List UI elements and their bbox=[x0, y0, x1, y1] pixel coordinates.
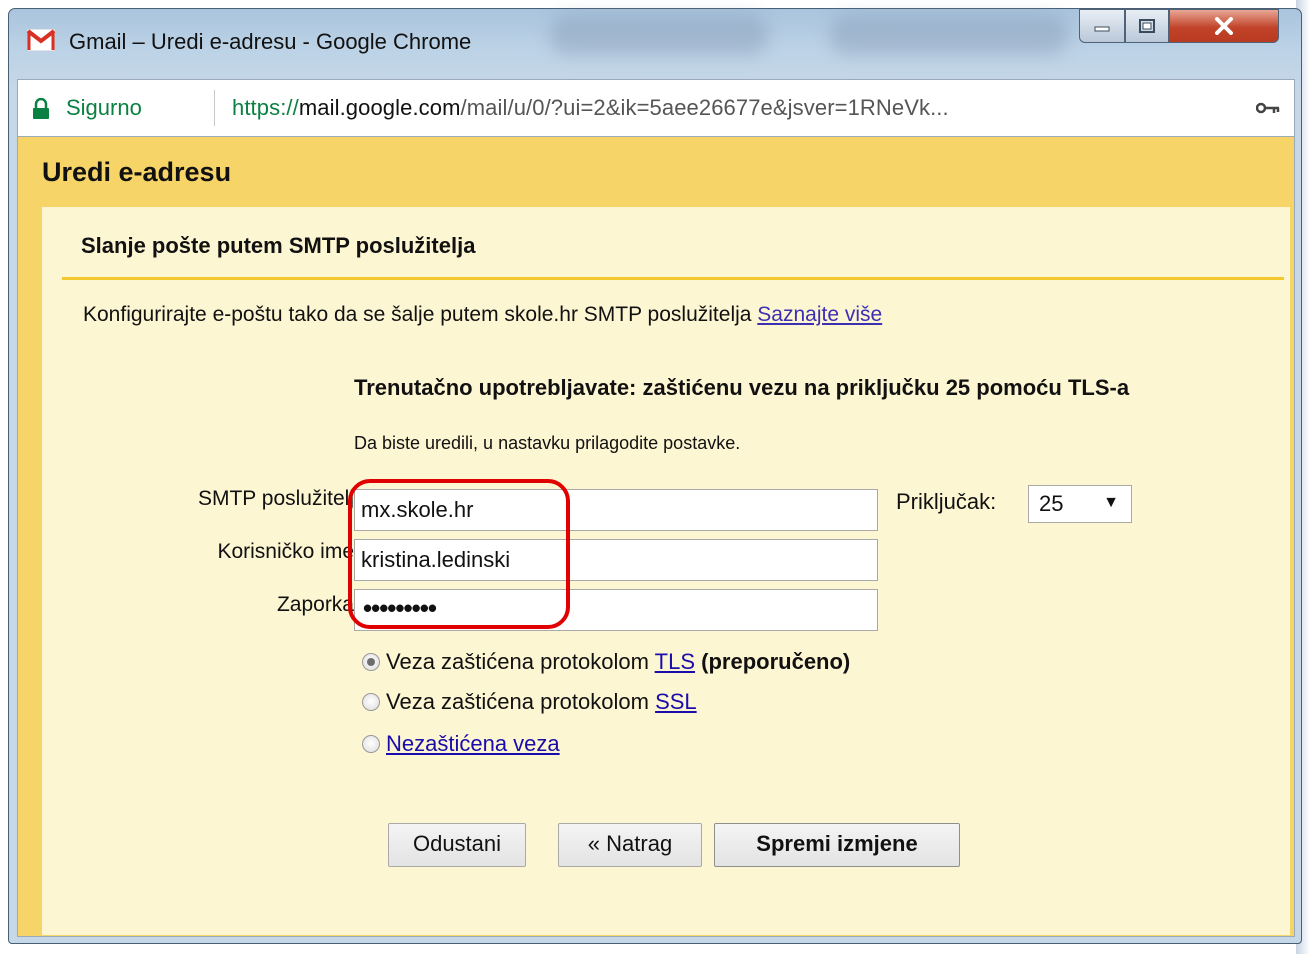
intro-text: Konfigurirajte e-poštu tako da se šalje … bbox=[83, 303, 882, 327]
radio-ssl[interactable] bbox=[362, 693, 380, 711]
option-ssl-text: Veza zaštićena protokolom bbox=[386, 689, 649, 714]
password-label: Zaporka bbox=[276, 593, 354, 616]
dialog-title: Uredi e-adresu bbox=[42, 157, 232, 187]
option-tls[interactable]: Veza zaštićena protokolom TLS (preporuče… bbox=[362, 649, 850, 675]
close-button[interactable] bbox=[1169, 9, 1279, 43]
key-icon[interactable] bbox=[1256, 102, 1280, 114]
radio-tls[interactable] bbox=[362, 653, 380, 671]
tls-link[interactable]: TLS bbox=[655, 649, 695, 674]
title-bar-glass bbox=[549, 15, 769, 55]
option-unsecured[interactable]: Nezaštićena veza bbox=[362, 731, 560, 757]
password-input[interactable]: ••••••••• bbox=[354, 589, 878, 631]
minimize-button[interactable] bbox=[1079, 9, 1125, 43]
back-button[interactable]: « Natrag bbox=[558, 823, 702, 867]
port-label: Priključak: bbox=[896, 489, 997, 514]
maximize-icon bbox=[1139, 19, 1155, 33]
close-icon bbox=[1215, 17, 1233, 35]
minimize-icon bbox=[1094, 26, 1110, 32]
title-bar-glass bbox=[829, 15, 1069, 55]
status-hint: Da biste uredili, u nastavku prilagodite… bbox=[354, 433, 741, 453]
url-host: mail.google.com bbox=[298, 95, 461, 120]
radio-unsecured[interactable] bbox=[362, 735, 380, 753]
address-bar[interactable]: Sigurno https://mail.google.com/mail/u/0… bbox=[17, 79, 1295, 137]
section-divider bbox=[62, 277, 1284, 280]
window-title: Gmail – Uredi e-adresu - Google Chrome bbox=[69, 29, 472, 54]
save-button[interactable]: Spremi izmjene bbox=[714, 823, 960, 867]
security-label: Sigurno bbox=[66, 95, 142, 120]
lock-icon bbox=[33, 98, 49, 119]
maximize-button[interactable] bbox=[1125, 9, 1169, 43]
url-scheme: https:// bbox=[232, 95, 299, 120]
url-text[interactable]: https://mail.google.com/mail/u/0/?ui=2&i… bbox=[232, 95, 949, 121]
ssl-link[interactable]: SSL bbox=[655, 689, 697, 714]
option-ssl[interactable]: Veza zaštićena protokolom SSL bbox=[362, 689, 697, 715]
password-mask: ••••••••• bbox=[363, 593, 437, 623]
intro-sentence: Konfigurirajte e-poštu tako da se šalje … bbox=[83, 303, 752, 326]
port-value: 25 bbox=[1039, 491, 1064, 516]
port-select[interactable]: 25 ▼ bbox=[1028, 485, 1132, 523]
unsecured-link[interactable]: Nezaštićena veza bbox=[386, 731, 560, 756]
address-separator bbox=[214, 90, 215, 126]
gmail-icon bbox=[27, 29, 55, 51]
chrome-window: Gmail – Uredi e-adresu - Google Chrome S… bbox=[8, 8, 1302, 944]
learn-more-link[interactable]: Saznajte više bbox=[757, 303, 882, 326]
option-tls-recommended: (preporučeno) bbox=[701, 649, 851, 674]
connection-status: Trenutačno upotrebljavate: zaštićenu vez… bbox=[354, 375, 1130, 400]
url-path: /mail/u/0/?ui=2&ik=5aee26677e&jsver=1RNe… bbox=[460, 95, 949, 120]
dialog: Uredi e-adresu Slanje pošte putem SMTP p… bbox=[17, 137, 1295, 937]
dropdown-arrow-icon: ▼ bbox=[1103, 494, 1119, 511]
section-title: Slanje pošte putem SMTP poslužitelja bbox=[81, 233, 476, 258]
username-label: Korisničko ime bbox=[217, 540, 354, 563]
title-bar[interactable]: Gmail – Uredi e-adresu - Google Chrome bbox=[9, 9, 1301, 73]
cancel-button[interactable]: Odustani bbox=[388, 823, 526, 867]
smtp-server-input[interactable] bbox=[354, 489, 878, 531]
option-tls-text: Veza zaštićena protokolom bbox=[386, 649, 649, 674]
dialog-panel: Slanje pošte putem SMTP poslužitelja Kon… bbox=[42, 207, 1290, 935]
username-input[interactable] bbox=[354, 539, 878, 581]
smtp-server-label: SMTP poslužitelj bbox=[197, 487, 354, 510]
